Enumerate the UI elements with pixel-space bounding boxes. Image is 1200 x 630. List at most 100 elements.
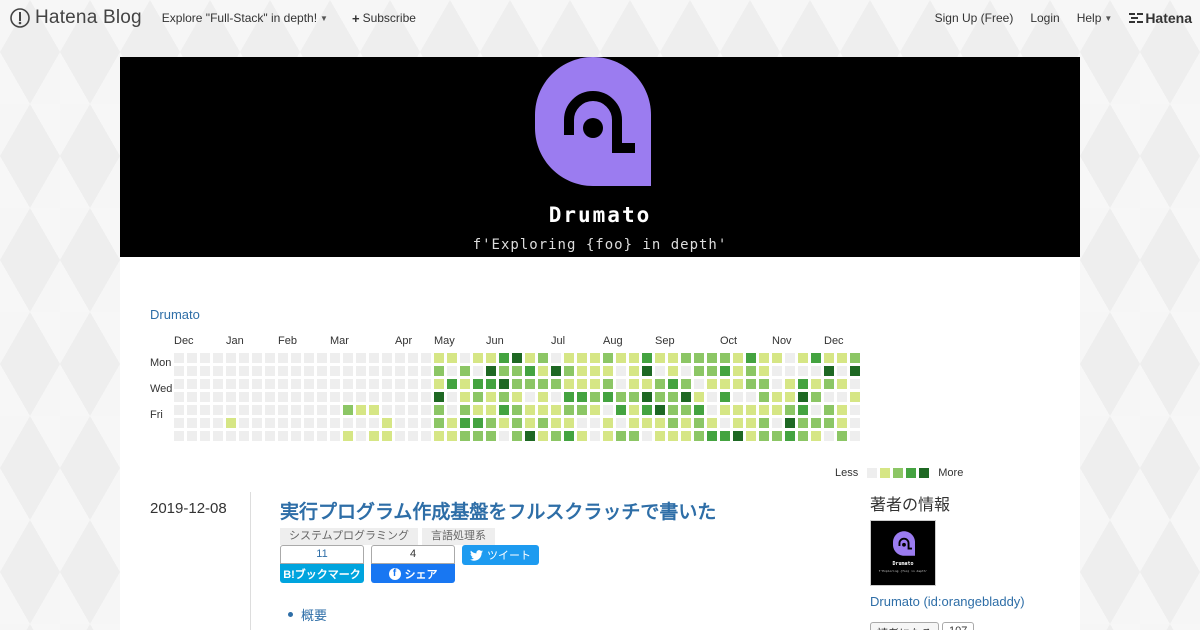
contribution-cell [395,353,405,363]
contribution-cell [707,353,717,363]
contribution-cell [408,366,418,376]
contribution-cell [395,405,405,415]
contribution-cell [616,353,626,363]
contribution-cell [603,379,613,389]
month-label: May [434,335,455,347]
contribution-cell [590,418,600,428]
tag-language-processor[interactable]: 言語処理系 [422,528,496,545]
contribution-cell [603,431,613,441]
contribution-cell [421,431,431,441]
contribution-cell [746,418,756,428]
contribution-cell [421,366,431,376]
facebook-share-count: 4 [371,545,455,564]
tweet-button[interactable]: ツイート [462,545,539,565]
contribution-cell [538,379,548,389]
contribution-cell [759,418,769,428]
contribution-cell [473,405,483,415]
contribution-cell [616,405,626,415]
contribution-cell [226,431,236,441]
subscribe-button[interactable]: + Subscribe [352,11,416,26]
avatar-subtitle: f'Exploring {foo} in depth' [878,569,928,573]
become-reader-button[interactable]: 読者になる [870,622,939,630]
contribution-cell [538,431,548,441]
contribution-cell [720,366,730,376]
contribution-cell [603,405,613,415]
contribution-cell [603,418,613,428]
contribution-cell [746,353,756,363]
contribution-cell [824,392,834,402]
explore-dropdown[interactable]: Explore "Full-Stack" in depth! ▼ [162,11,328,25]
contribution-cell [187,392,197,402]
contribution-cell [551,379,561,389]
contribution-cell [343,405,353,415]
contribution-cell [213,431,223,441]
hatena-bookmark-count[interactable]: 11 [280,545,364,564]
contribution-cell [824,353,834,363]
contribution-cell [655,405,665,415]
contribution-cell [616,431,626,441]
contribution-cell [707,405,717,415]
contribution-cell [395,431,405,441]
contribution-cell [668,353,678,363]
contribution-cell [434,418,444,428]
contribution-cell [616,418,626,428]
contribution-cell [772,353,782,363]
entry-date[interactable]: 2019-12-08 [150,500,227,517]
contribution-cell [447,392,457,402]
contribution-cell [681,353,691,363]
hatena-bookmark-button[interactable]: B!ブックマーク [280,564,364,583]
month-label: Mar [330,335,349,347]
hatena-blog-logo[interactable]: Hatena Blog [10,7,142,29]
author-avatar[interactable]: Drumato f'Exploring {foo} in depth' [870,520,936,586]
contribution-cell [590,366,600,376]
facebook-share-label: シェア [404,568,438,581]
facebook-share-button[interactable]: f シェア [371,564,455,583]
contribution-cell [629,392,639,402]
contribution-cell [434,353,444,363]
blog-header[interactable]: Drumato f'Exploring {foo} in depth' [120,57,1080,257]
contribution-cell [239,431,249,441]
contribution-cell [629,379,639,389]
month-label: Dec [174,335,194,347]
contribution-cell [668,405,678,415]
tag-system-programming[interactable]: システムプログラミング [280,528,419,545]
contribution-cell [564,353,574,363]
logo-text: Hatena Blog [35,7,142,28]
toc-item-label: 概要 [301,608,328,623]
login-link[interactable]: Login [1030,11,1059,25]
contribution-cell [486,405,496,415]
contribution-cell [837,431,847,441]
contribution-cell [551,366,561,376]
tweet-label: ツイート [487,550,531,562]
contribution-cell [655,379,665,389]
calendar-title-link[interactable]: Drumato [150,307,200,322]
contribution-cell [733,353,743,363]
toc-item[interactable]: 概要 [288,605,327,624]
author-link[interactable]: Drumato (id:orangebladdy) [870,594,1025,609]
contribution-cell [213,379,223,389]
contribution-cell [278,392,288,402]
contribution-cell [694,431,704,441]
contribution-cell [434,405,444,415]
contribution-cell [785,418,795,428]
contribution-cell [317,353,327,363]
entry-title-link[interactable]: 実行プログラム作成基盤をフルスクラッチで書いた [280,497,716,524]
contribution-cell [525,418,535,428]
legend-more: More [938,467,964,479]
contribution-cell [837,353,847,363]
help-dropdown[interactable]: Help ▼ [1077,11,1113,25]
contribution-cell [772,379,782,389]
contribution-cell [499,392,509,402]
month-label: Apr [395,335,413,347]
contribution-cell [525,353,535,363]
contribution-cell [564,405,574,415]
signup-link[interactable]: Sign Up (Free) [935,11,1014,25]
contribution-cell [629,431,639,441]
contribution-cell [525,431,535,441]
contribution-cell [772,392,782,402]
contribution-cell [421,405,431,415]
hatena-brand-link[interactable]: Hatena [1129,10,1192,26]
contribution-cell [564,431,574,441]
contribution-cell [759,405,769,415]
calendar-months: Dec Jan Feb Mar Apr May Jun Jul Aug Sep Oct Nov Dec [174,335,874,349]
